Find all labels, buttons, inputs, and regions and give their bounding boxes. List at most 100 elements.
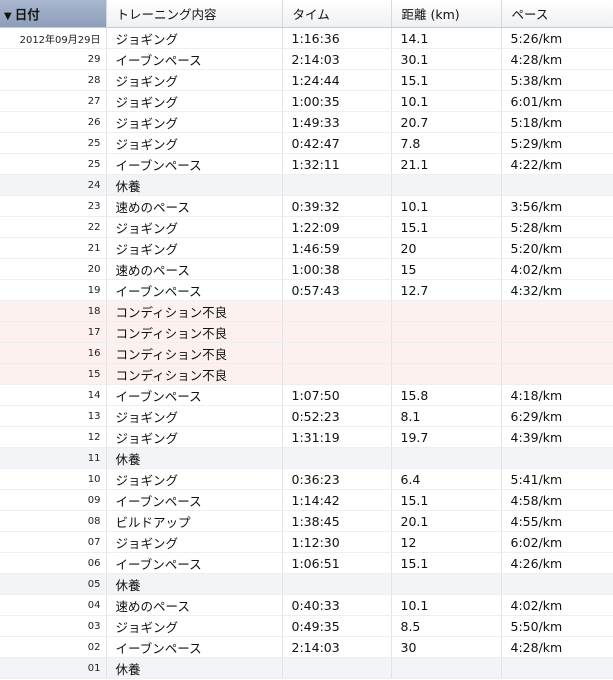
table-row[interactable]: 16 コンディション不良 bbox=[0, 342, 613, 364]
cell-date: 15 bbox=[0, 363, 107, 385]
cell-time bbox=[282, 573, 392, 595]
table-row[interactable]: 02 イーブンペース 2:14:03 30 4:28/km bbox=[0, 636, 613, 658]
table-row[interactable]: 08 ビルドアップ 1:38:45 20.1 4:55/km bbox=[0, 510, 613, 532]
cell-date: 19 bbox=[0, 279, 107, 301]
table-row[interactable]: 03 ジョギング 0:49:35 8.5 5:50/km bbox=[0, 615, 613, 637]
cell-date: 23 bbox=[0, 195, 107, 217]
cell-date: 24 bbox=[0, 174, 107, 196]
cell-training-type: 速めのペース bbox=[106, 258, 283, 280]
cell-distance: 20 bbox=[391, 237, 502, 259]
table-row[interactable]: 29 イーブンペース 2:14:03 30.1 4:28/km bbox=[0, 48, 613, 70]
table-row[interactable]: 27 ジョギング 1:00:35 10.1 6:01/km bbox=[0, 90, 613, 112]
column-header-date[interactable]: ▼ 日付 bbox=[0, 0, 107, 28]
cell-training-type: ジョギング bbox=[106, 69, 283, 91]
cell-date: 29 bbox=[0, 48, 107, 70]
cell-time: 1:07:50 bbox=[282, 384, 392, 406]
table-row[interactable]: 25 イーブンペース 1:32:11 21.1 4:22/km bbox=[0, 153, 613, 175]
cell-pace bbox=[501, 657, 613, 679]
cell-date: 04 bbox=[0, 594, 107, 616]
cell-training-type: イーブンペース bbox=[106, 489, 283, 511]
training-log-table: ▼ 日付 トレーニング内容 タイム 距離 (km) ペース 2012年09月29日… bbox=[0, 0, 613, 679]
table-row[interactable]: 15 コンディション不良 bbox=[0, 363, 613, 385]
table-row[interactable]: 26 ジョギング 1:49:33 20.7 5:18/km bbox=[0, 111, 613, 133]
cell-pace: 4:58/km bbox=[501, 489, 613, 511]
cell-pace: 4:55/km bbox=[501, 510, 613, 532]
table-row[interactable]: 25 ジョギング 0:42:47 7.8 5:29/km bbox=[0, 132, 613, 154]
cell-distance bbox=[391, 342, 502, 364]
cell-time: 0:42:47 bbox=[282, 132, 392, 154]
table-row[interactable]: 21 ジョギング 1:46:59 20 5:20/km bbox=[0, 237, 613, 259]
table-row[interactable]: 22 ジョギング 1:22:09 15.1 5:28/km bbox=[0, 216, 613, 238]
cell-distance: 14.1 bbox=[391, 27, 502, 49]
cell-training-type: ジョギング bbox=[106, 111, 283, 133]
cell-training-type: ジョギング bbox=[106, 132, 283, 154]
table-row[interactable]: 17 コンディション不良 bbox=[0, 321, 613, 343]
cell-time: 1:49:33 bbox=[282, 111, 392, 133]
cell-distance: 30 bbox=[391, 636, 502, 658]
table-row[interactable]: 06 イーブンペース 1:06:51 15.1 4:26/km bbox=[0, 552, 613, 574]
cell-distance bbox=[391, 174, 502, 196]
cell-distance: 6.4 bbox=[391, 468, 502, 490]
cell-time bbox=[282, 342, 392, 364]
cell-training-type: 速めのペース bbox=[106, 594, 283, 616]
table-row[interactable]: 10 ジョギング 0:36:23 6.4 5:41/km bbox=[0, 468, 613, 490]
cell-training-type: 速めのペース bbox=[106, 195, 283, 217]
table-row[interactable]: 07 ジョギング 1:12:30 12 6:02/km bbox=[0, 531, 613, 553]
column-header-training-type[interactable]: トレーニング内容 bbox=[106, 0, 283, 28]
cell-training-type: イーブンペース bbox=[106, 48, 283, 70]
cell-distance: 15.8 bbox=[391, 384, 502, 406]
table-row[interactable]: 01 休養 bbox=[0, 657, 613, 679]
table-row[interactable]: 09 イーブンペース 1:14:42 15.1 4:58/km bbox=[0, 489, 613, 511]
table-row[interactable]: 24 休養 bbox=[0, 174, 613, 196]
cell-distance: 21.1 bbox=[391, 153, 502, 175]
cell-time bbox=[282, 447, 392, 469]
cell-training-type: 休養 bbox=[106, 174, 283, 196]
cell-distance: 10.1 bbox=[391, 195, 502, 217]
cell-time: 0:40:33 bbox=[282, 594, 392, 616]
cell-training-type: ジョギング bbox=[106, 90, 283, 112]
cell-pace: 4:22/km bbox=[501, 153, 613, 175]
cell-time: 0:57:43 bbox=[282, 279, 392, 301]
table-row[interactable]: 11 休養 bbox=[0, 447, 613, 469]
cell-training-type: ジョギング bbox=[106, 405, 283, 427]
cell-date: 13 bbox=[0, 405, 107, 427]
cell-date: 02 bbox=[0, 636, 107, 658]
cell-time: 1:00:35 bbox=[282, 90, 392, 112]
cell-training-type: ジョギング bbox=[106, 615, 283, 637]
cell-pace: 4:26/km bbox=[501, 552, 613, 574]
cell-time: 1:31:19 bbox=[282, 426, 392, 448]
table-row[interactable]: 04 速めのペース 0:40:33 10.1 4:02/km bbox=[0, 594, 613, 616]
table-row[interactable]: 23 速めのペース 0:39:32 10.1 3:56/km bbox=[0, 195, 613, 217]
cell-time: 2:14:03 bbox=[282, 636, 392, 658]
cell-pace: 4:18/km bbox=[501, 384, 613, 406]
column-header-pace[interactable]: ペース bbox=[501, 0, 613, 28]
cell-pace: 4:02/km bbox=[501, 258, 613, 280]
cell-pace: 6:01/km bbox=[501, 90, 613, 112]
table-row[interactable]: 19 イーブンペース 0:57:43 12.7 4:32/km bbox=[0, 279, 613, 301]
table-row[interactable]: 2012年09月29日 ジョギング 1:16:36 14.1 5:26/km bbox=[0, 27, 613, 49]
column-header-time[interactable]: タイム bbox=[282, 0, 392, 28]
table-row[interactable]: 28 ジョギング 1:24:44 15.1 5:38/km bbox=[0, 69, 613, 91]
cell-distance: 15.1 bbox=[391, 69, 502, 91]
cell-time: 1:32:11 bbox=[282, 153, 392, 175]
table-row[interactable]: 05 休養 bbox=[0, 573, 613, 595]
cell-training-type: コンディション不良 bbox=[106, 363, 283, 385]
cell-date: 27 bbox=[0, 90, 107, 112]
cell-distance: 15.1 bbox=[391, 552, 502, 574]
cell-training-type: イーブンペース bbox=[106, 153, 283, 175]
cell-distance: 10.1 bbox=[391, 594, 502, 616]
cell-date: 28 bbox=[0, 69, 107, 91]
table-row[interactable]: 20 速めのペース 1:00:38 15 4:02/km bbox=[0, 258, 613, 280]
cell-time bbox=[282, 657, 392, 679]
table-row[interactable]: 14 イーブンペース 1:07:50 15.8 4:18/km bbox=[0, 384, 613, 406]
table-row[interactable]: 18 コンディション不良 bbox=[0, 300, 613, 322]
cell-time: 1:06:51 bbox=[282, 552, 392, 574]
cell-distance: 10.1 bbox=[391, 90, 502, 112]
cell-date: 21 bbox=[0, 237, 107, 259]
cell-time: 0:36:23 bbox=[282, 468, 392, 490]
table-row[interactable]: 13 ジョギング 0:52:23 8.1 6:29/km bbox=[0, 405, 613, 427]
cell-date: 25 bbox=[0, 132, 107, 154]
table-row[interactable]: 12 ジョギング 1:31:19 19.7 4:39/km bbox=[0, 426, 613, 448]
column-header-distance[interactable]: 距離 (km) bbox=[391, 0, 502, 28]
cell-time: 1:22:09 bbox=[282, 216, 392, 238]
